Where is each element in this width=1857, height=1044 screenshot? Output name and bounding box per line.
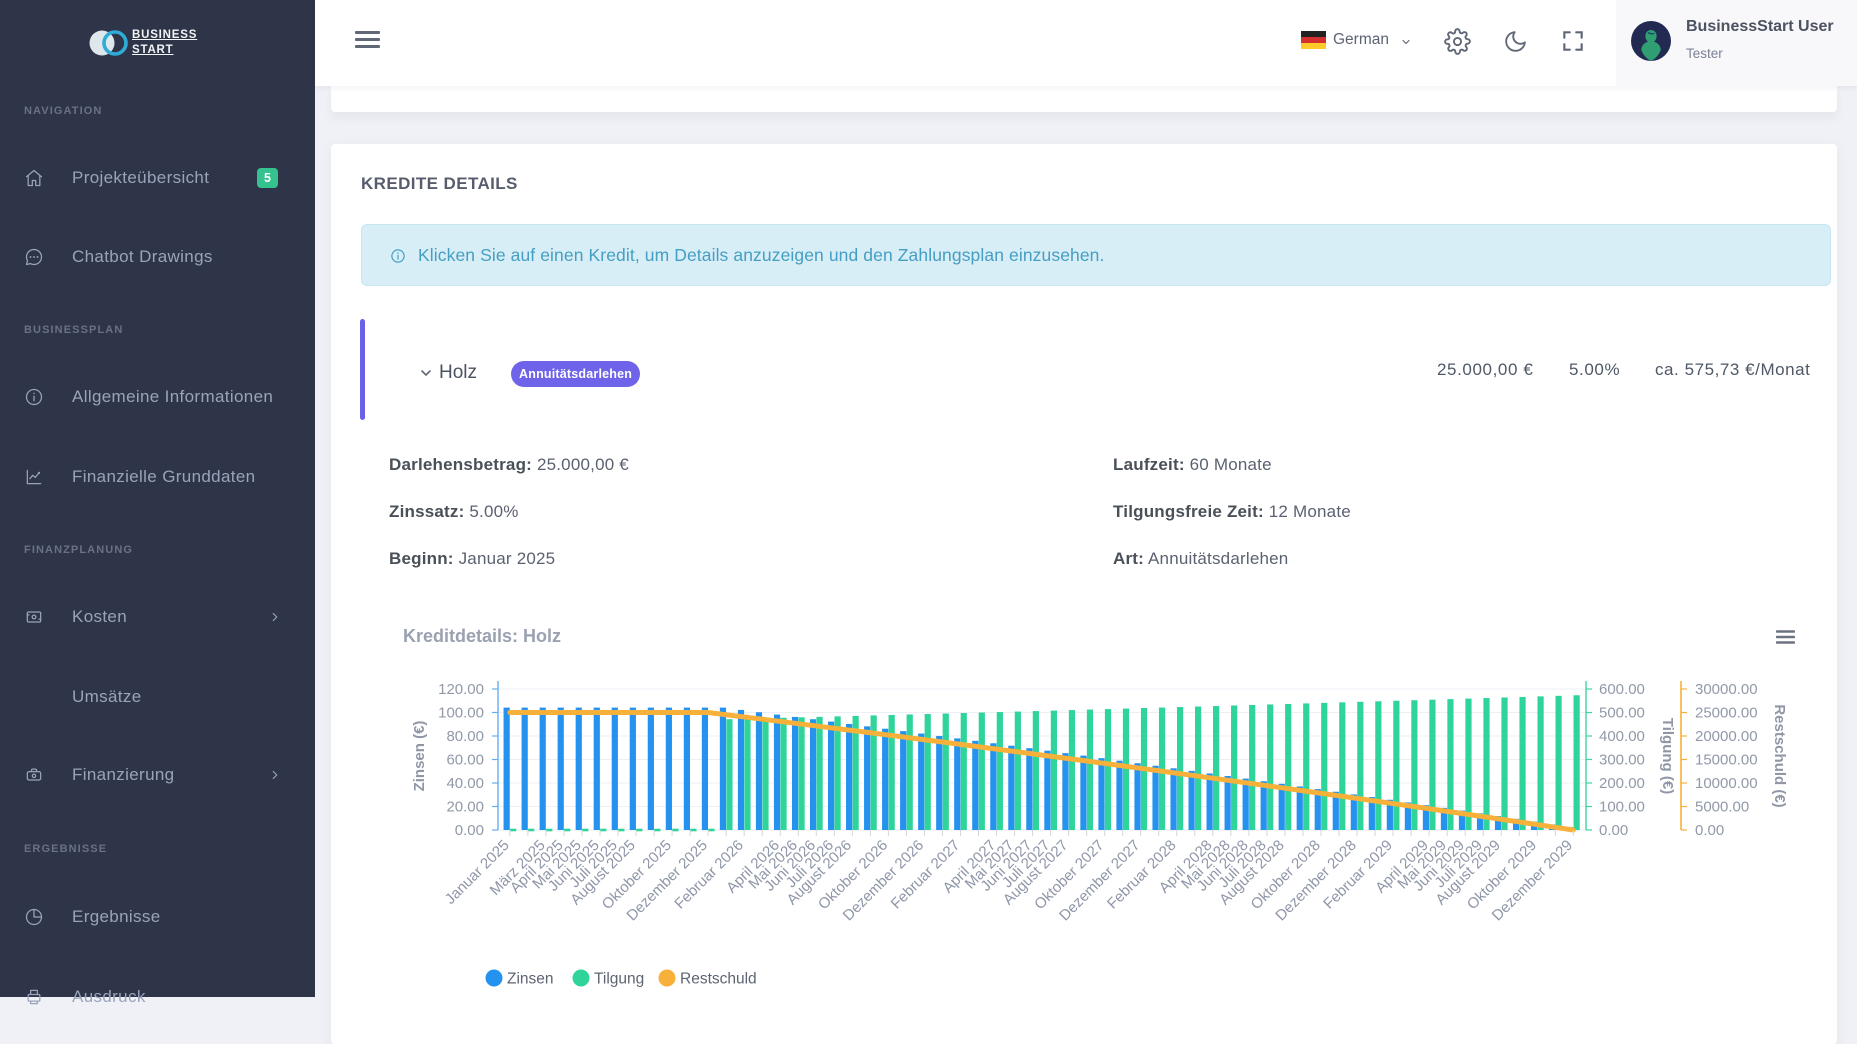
svg-text:600.00: 600.00 (1599, 681, 1645, 698)
svg-text:20000.00: 20000.00 (1695, 728, 1758, 745)
svg-text:Restschuld (€): Restschuld (€) (1771, 704, 1788, 807)
svg-text:0.00: 0.00 (1599, 822, 1628, 839)
svg-text:400.00: 400.00 (1599, 728, 1645, 745)
svg-text:Zinsen (€): Zinsen (€) (411, 721, 428, 792)
svg-text:0.00: 0.00 (455, 822, 484, 839)
svg-text:120.00: 120.00 (438, 681, 484, 698)
svg-text:Zinsen: Zinsen (507, 971, 554, 988)
svg-text:80.00: 80.00 (446, 728, 484, 745)
svg-text:40.00: 40.00 (446, 775, 484, 792)
svg-text:15000.00: 15000.00 (1695, 752, 1758, 769)
svg-text:20.00: 20.00 (446, 799, 484, 816)
svg-text:60.00: 60.00 (446, 752, 484, 769)
svg-text:Restschuld: Restschuld (680, 971, 757, 988)
svg-text:100.00: 100.00 (438, 705, 484, 722)
svg-text:100.00: 100.00 (1599, 799, 1645, 816)
svg-text:300.00: 300.00 (1599, 752, 1645, 769)
svg-text:30000.00: 30000.00 (1695, 681, 1758, 698)
svg-text:25000.00: 25000.00 (1695, 705, 1758, 722)
svg-text:0.00: 0.00 (1695, 822, 1724, 839)
svg-text:5000.00: 5000.00 (1695, 799, 1749, 816)
svg-text:200.00: 200.00 (1599, 775, 1645, 792)
svg-text:10000.00: 10000.00 (1695, 775, 1758, 792)
svg-text:500.00: 500.00 (1599, 705, 1645, 722)
svg-text:Tilgung: Tilgung (594, 971, 644, 988)
svg-text:Tilgung (€): Tilgung (€) (1659, 718, 1676, 794)
